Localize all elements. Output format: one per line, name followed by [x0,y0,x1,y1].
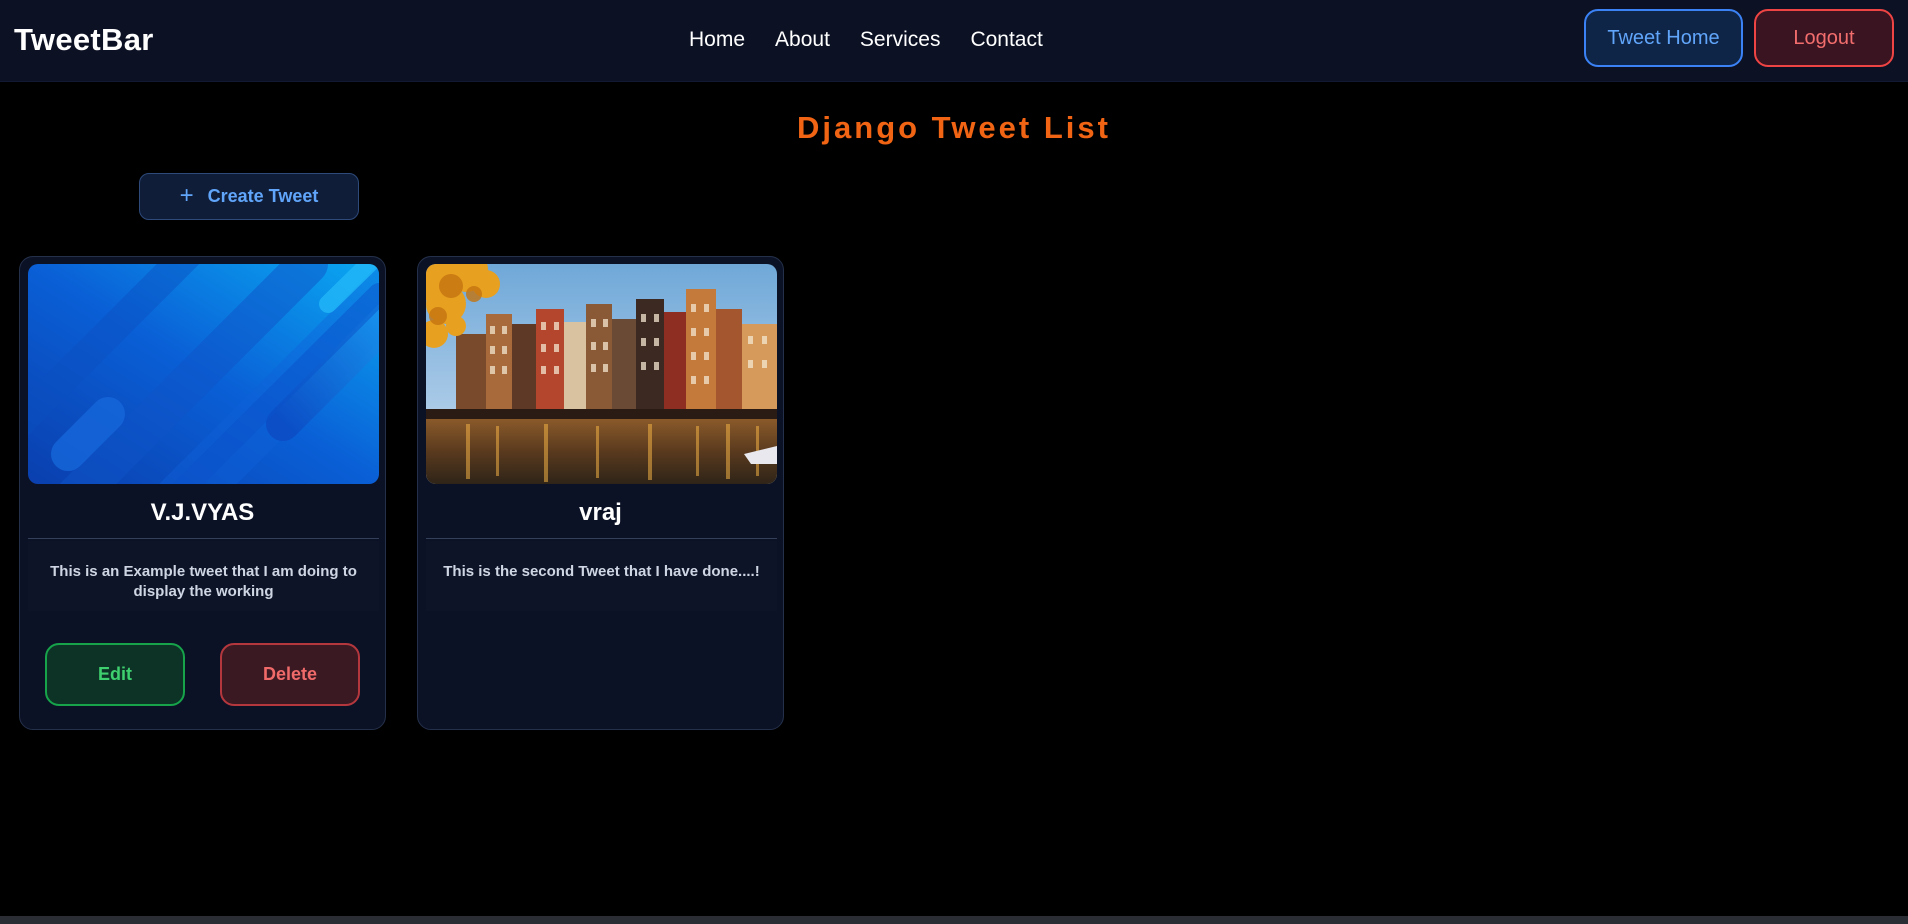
tweet-card: V.J.VYAS This is an Example tweet that I… [19,256,386,730]
card-divider [426,538,777,539]
create-tweet-label: Create Tweet [207,186,319,206]
tweet-text: This is the second Tweet that I have don… [443,563,760,580]
tweet-card: vraj This is the second Tweet that I hav… [417,256,784,730]
nav-link-contact[interactable]: Contact [970,28,1042,52]
create-tweet-button[interactable]: + Create Tweet [139,173,359,220]
nav-link-services[interactable]: Services [860,28,941,52]
edit-button[interactable]: Edit [45,643,185,706]
tweet-author: vraj [579,499,622,526]
delete-button[interactable]: Delete [220,643,360,706]
brand-logo[interactable]: TweetBar [14,22,154,58]
nav-links: Home About Services Contact [689,28,1043,52]
page-title: Django Tweet List [797,110,1111,145]
nav-link-about[interactable]: About [775,28,830,52]
tweet-home-button[interactable]: Tweet Home [1584,9,1743,67]
navbar: TweetBar Home About Services Contact Twe… [0,0,1908,82]
bottom-bar [0,916,1908,924]
card-divider [28,538,379,539]
logout-button[interactable]: Logout [1754,9,1894,67]
tweet-image [28,264,379,484]
tweet-author: V.J.VYAS [150,499,255,526]
plus-icon: + [179,181,194,209]
tweet-text: This is an Example tweet that I am doing… [50,563,357,600]
nav-link-home[interactable]: Home [689,28,745,52]
tweet-image [426,264,777,484]
